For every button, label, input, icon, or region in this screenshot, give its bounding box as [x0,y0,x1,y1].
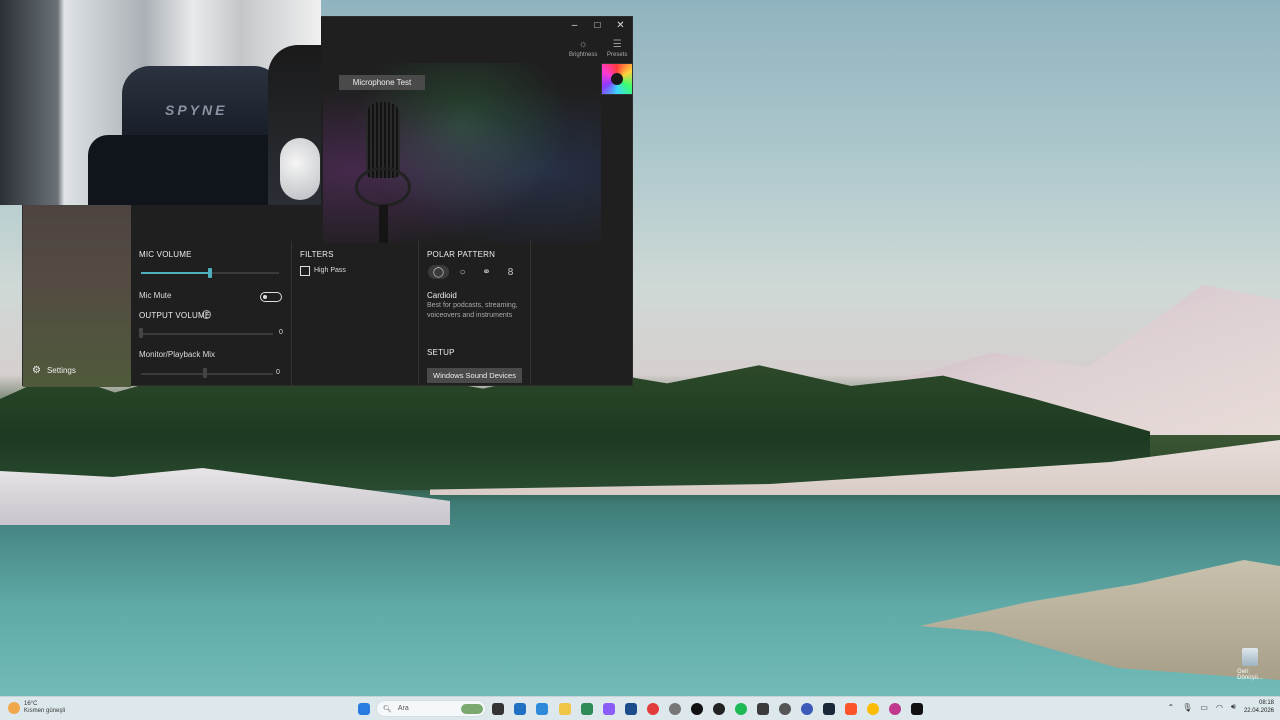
high-pass-checkbox[interactable] [300,266,310,276]
mic-volume-title: MIC VOLUME [139,250,192,259]
display-tray-icon[interactable]: ▭ [1200,703,1208,712]
windows-sound-devices-button[interactable]: Windows Sound Devices [427,368,522,383]
search-icon: 🔍︎ [383,705,392,713]
polar-pattern-description: Best for podcasts, streaming, voiceovers… [427,302,518,319]
microphone-shock-mount [355,167,411,207]
mic-volume-slider-thumb[interactable] [208,268,212,278]
search-box[interactable]: 🔍︎ Ara [376,700,486,717]
clock-date: 22.04.2026 [1243,708,1274,714]
setup-title: SETUP [427,348,455,357]
store-icon[interactable] [536,703,548,715]
weather-temperature: 16°C [24,701,38,707]
app-icon-circle[interactable] [779,703,791,715]
output-volume-slider-thumb[interactable] [139,328,143,338]
brightness-label: Brightness [569,52,598,58]
app-icon-purple[interactable] [603,703,615,715]
clock-time: 08:18 [1258,700,1274,706]
widgets-icon[interactable] [514,703,526,715]
output-volume-title: OUTPUT VOLUME [139,311,211,320]
microphone-tray-icon[interactable]: 🎙︎ [1182,703,1192,712]
output-volume-value: 0 [279,329,283,336]
output-volume-track[interactable] [141,333,273,335]
app-icon-red[interactable] [647,703,659,715]
spotify-icon[interactable] [735,703,747,715]
weather-condition: Kısmen güneşli [24,708,66,714]
brightness-button[interactable]: ☼ Brightness [569,39,597,58]
wifi-icon[interactable]: ◠ [1216,703,1223,712]
sidebar: ⚙ Settings [23,205,131,387]
settings-button[interactable]: ⚙ Settings [32,365,76,376]
omnidirectional-pattern-button[interactable]: ○ [452,265,473,279]
settings-label: Settings [46,366,76,375]
minimize-button[interactable]: – [563,17,586,33]
omnidirectional-icon: ○ [459,266,466,278]
app-icon-black-square[interactable] [911,703,923,715]
monitor-mix-track[interactable] [141,373,273,375]
app-icon-green[interactable] [581,703,593,715]
presets-icon: ☰ [612,39,622,50]
chevron-up-icon[interactable]: ⌃ [1168,703,1175,712]
clock[interactable]: 08:18 22.04.2026 [1244,699,1274,715]
monitor-mix-slider-thumb[interactable] [203,368,207,378]
webcam-person-body [88,135,298,205]
recycle-bin-icon [1242,648,1258,666]
maximize-button[interactable]: □ [586,17,609,33]
recycle-bin-label: Geri Dönüşü... [1237,669,1263,681]
steam-icon[interactable] [823,703,835,715]
bidirectional-icon: 8 [507,266,514,278]
chair-brand-text: SPYNE [165,102,228,118]
taskbar: 16°C Kısmen güneşli 🔍︎ Ara ⌃ 🎙︎ ▭ ◠ 🔊︎ 0… [0,696,1280,720]
brave-icon[interactable] [845,703,857,715]
close-button[interactable]: ✕ [609,17,632,33]
rgb-glow-backdrop [323,63,601,243]
brightness-icon: ☼ [578,39,588,50]
polar-pattern-name: Cardioid [427,291,457,300]
app-icon-black[interactable] [691,703,703,715]
weather-sun-icon [8,702,20,714]
profile-avatar[interactable] [601,63,633,95]
polar-pattern-title: POLAR PATTERN [427,250,496,259]
column-divider [530,241,531,387]
window-controls: – □ ✕ [563,17,632,33]
stereo-pattern-button[interactable]: ⚭ [476,265,497,279]
microphone-stand [379,205,388,243]
mic-mute-toggle[interactable] [260,292,282,302]
settings-app-icon[interactable] [669,703,681,715]
recycle-bin-shortcut[interactable]: Geri Dönüşü... [1237,648,1263,688]
app-icon-pink[interactable] [889,703,901,715]
filters-title: FILTERS [300,250,334,259]
presets-button[interactable]: ☰ Presets [607,39,627,58]
webcam-headphones [280,138,320,200]
app-icon-dark[interactable] [713,703,725,715]
webcam-overlay: SPYNE [0,0,321,205]
search-placeholder: Ara [397,705,409,712]
file-explorer-icon[interactable] [559,703,571,715]
column-divider [291,241,292,387]
gear-icon: ⚙ [32,365,41,376]
mic-mute-label: Mic Mute [139,291,172,300]
app-icon-blue-circle[interactable] [801,703,813,715]
presets-label: Presets [607,52,628,58]
start-button-icon[interactable] [358,703,370,715]
weather-widget[interactable]: 16°C Kısmen güneşli [8,701,65,715]
volume-icon[interactable]: 🔊︎ [1231,702,1236,712]
app-icon-gray[interactable] [757,703,769,715]
task-view-icon[interactable] [492,703,504,715]
high-pass-label: High Pass [314,267,346,274]
help-icon[interactable]: ? [202,310,211,319]
monitor-mix-label: Monitor/Playback Mix [139,350,216,359]
column-divider [418,241,419,387]
mic-volume-fill [141,272,210,274]
microphone-test-button[interactable]: Microphone Test [339,75,425,90]
chrome-icon[interactable] [867,703,879,715]
cardioid-icon: ◯ [432,266,445,278]
stereo-icon: ⚭ [482,266,491,278]
bidirectional-pattern-button[interactable]: 8 [500,265,521,279]
search-highlight-icon [461,704,483,714]
system-tray: ⌃ 🎙︎ ▭ ◠ 🔊︎ 08:18 22.04.2026 [1168,699,1274,715]
cardioid-pattern-button[interactable]: ◯ [428,265,449,279]
desktop-wallpaper-grass [920,560,1280,680]
app-icon-blue[interactable] [625,703,637,715]
monitor-mix-value: 0 [276,369,280,376]
